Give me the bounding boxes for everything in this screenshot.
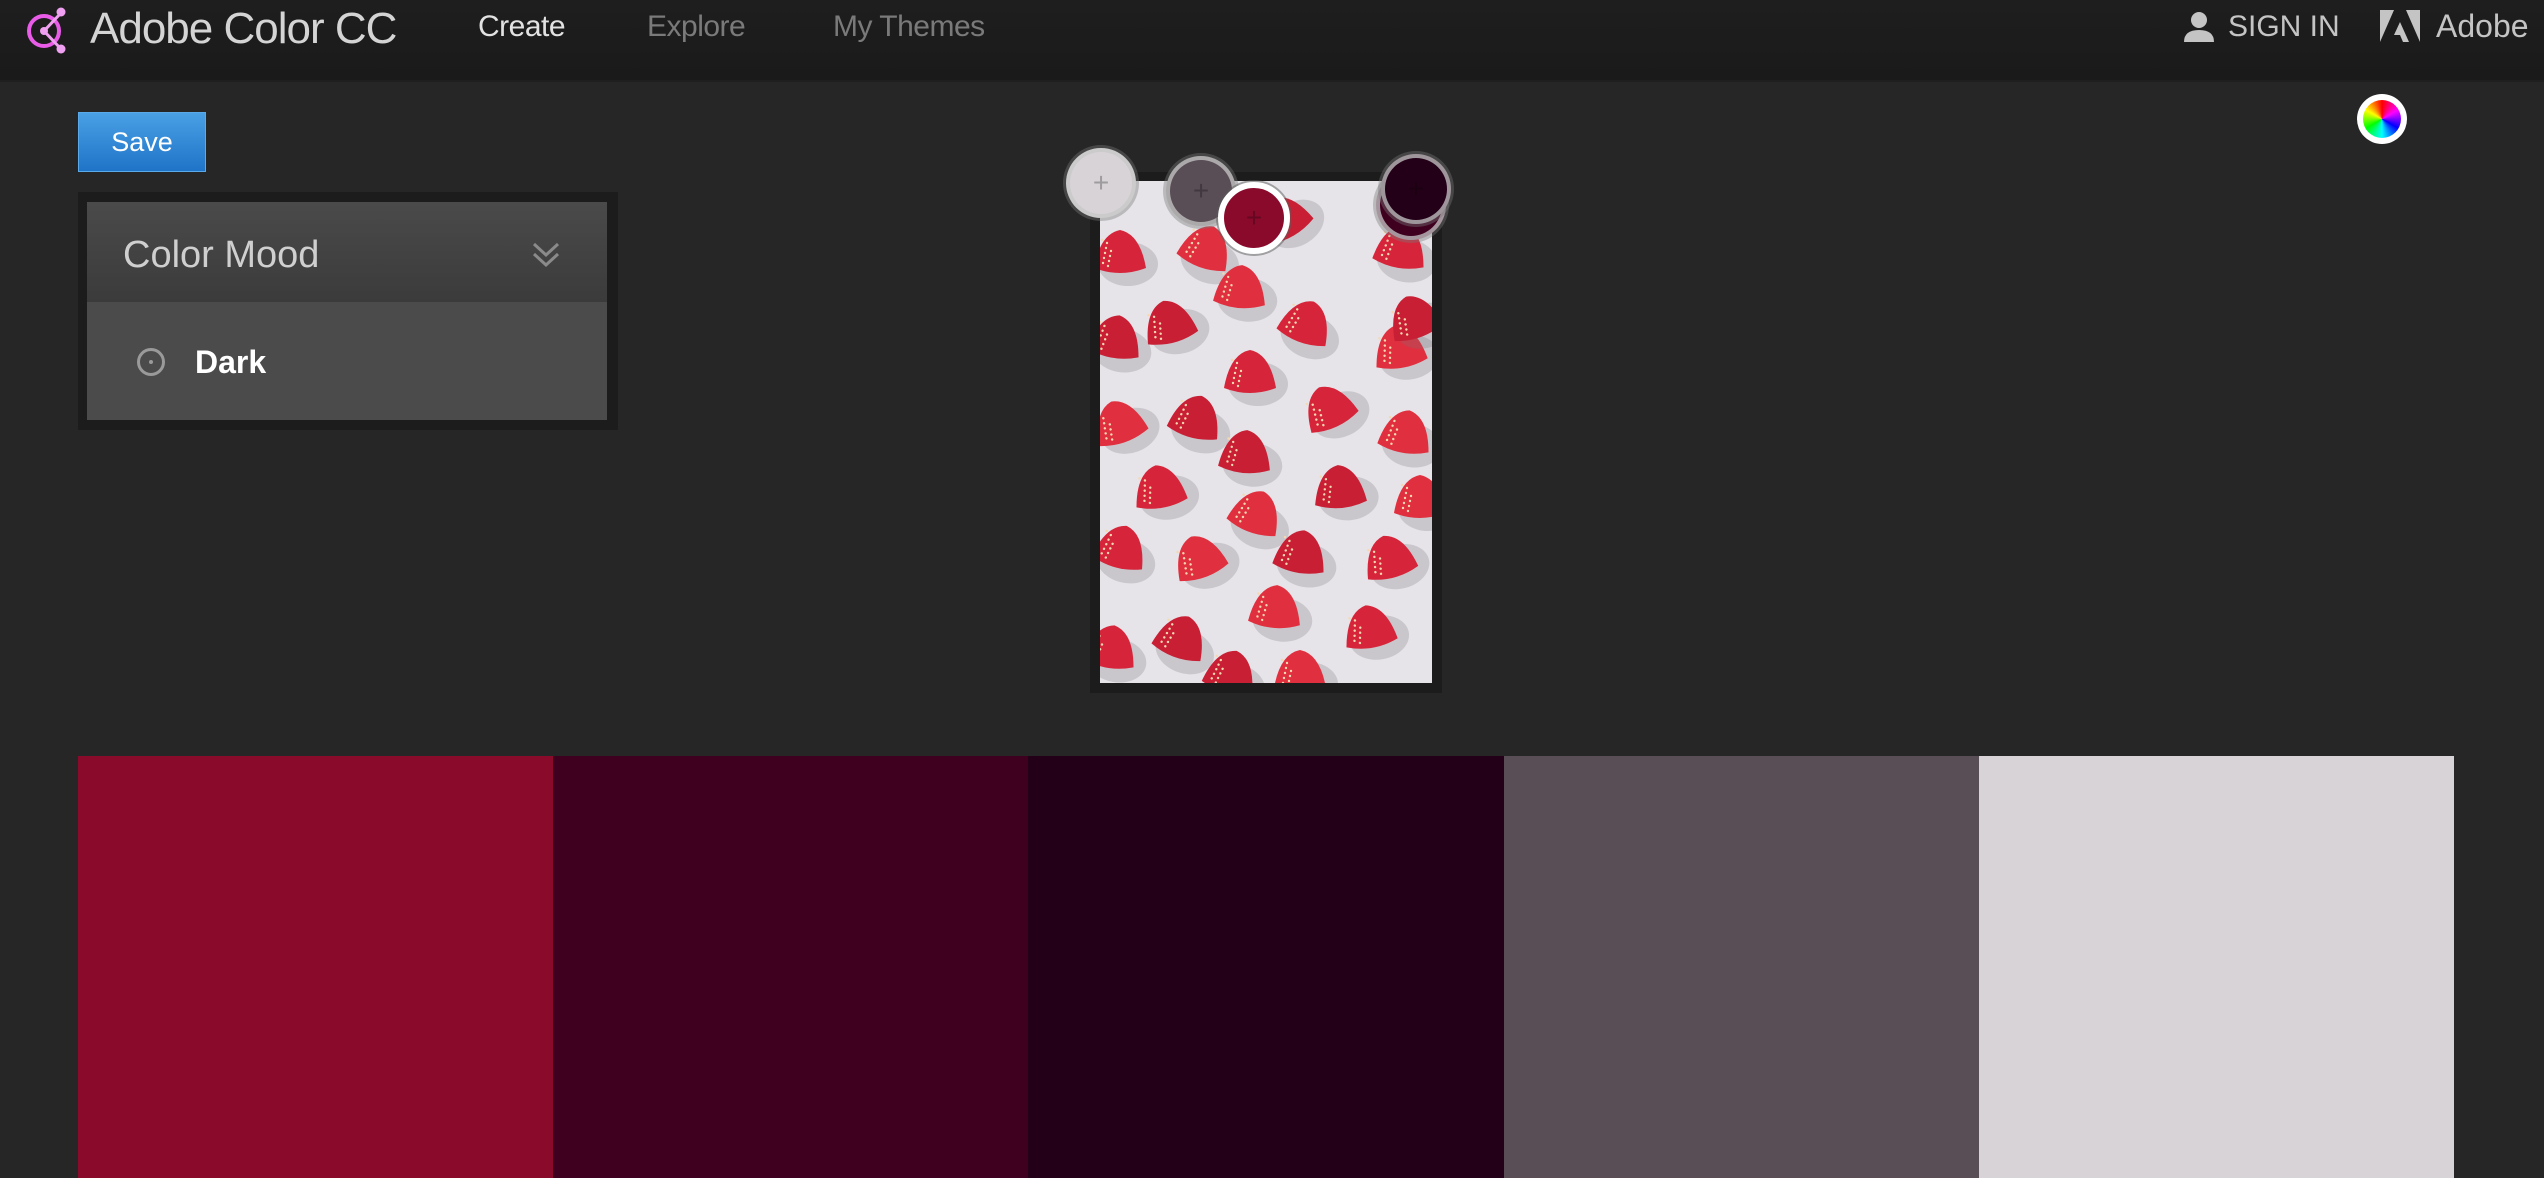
color-rule-panel: Color Mood Dark [78,192,618,430]
strawberry [1315,465,1379,521]
color-wheel-icon [2363,100,2401,138]
strawberry [1394,475,1432,531]
color-swatch-4[interactable] [1503,756,1979,1178]
color-theme-swatches [78,756,2455,1178]
color-picker-handle-3[interactable]: + [1218,182,1290,254]
color-mood-option-label: Dark [195,344,267,380]
strawberry [1276,301,1339,360]
color-swatch-5[interactable] [1978,756,2455,1178]
adobe-color-logo-icon [27,7,66,54]
color-swatch-2[interactable] [553,756,1029,1178]
plus-icon: + [1407,173,1425,204]
color-rule-title: Color Mood [123,234,320,276]
nav-explore[interactable]: Explore [647,10,746,44]
color-mood-option[interactable]: Dark [87,302,607,420]
strawberry [1100,401,1160,454]
color-swatch-1[interactable] [78,756,554,1178]
strawberry [1176,536,1240,589]
plus-icon: + [1092,167,1110,198]
strawberry [1136,465,1200,520]
strawberries-photo [1100,197,1432,683]
save-button[interactable]: Save [78,112,206,172]
strawberry [1367,535,1430,590]
app-logo[interactable]: Adobe Color CC [24,4,397,54]
color-wheel-toggle-button[interactable] [2357,94,2407,144]
nav-my-themes[interactable]: My Themes [833,10,985,44]
color-rule-dropdown[interactable]: Color Mood [87,202,607,302]
sign-in-label: SIGN IN [2228,10,2340,43]
nav-create[interactable]: Create [478,10,566,44]
strawberry [1100,525,1156,584]
strawberry [1377,410,1432,468]
plus-icon: + [1192,175,1210,206]
strawberry [1100,625,1147,683]
plus-icon: + [1245,202,1263,233]
source-image[interactable] [1100,181,1432,683]
strawberry [1346,605,1410,660]
adobe-label: Adobe [2436,8,2529,44]
adobe-logo-icon [2380,9,2420,42]
adobe-link[interactable]: Adobe [2380,8,2529,45]
top-navigation-bar: Adobe Color CC Create Explore My Themes … [0,0,2544,82]
app-title: Adobe Color CC [90,4,397,53]
sign-in-link[interactable]: SIGN IN [2182,10,2340,44]
strawberry [1224,350,1288,406]
color-swatch-3[interactable] [1028,756,1504,1178]
user-icon [2184,12,2214,42]
radio-selected-icon[interactable] [137,348,165,376]
color-picker-handle-5[interactable]: + [1381,154,1451,224]
strawberry [1248,585,1313,642]
strawberry [1100,230,1158,286]
strawberry [1100,315,1152,373]
color-picker-handle-1[interactable]: + [1066,148,1136,218]
strawberry [1275,650,1338,683]
chevron-double-down-icon[interactable] [529,238,563,272]
strawberry [1305,386,1370,439]
